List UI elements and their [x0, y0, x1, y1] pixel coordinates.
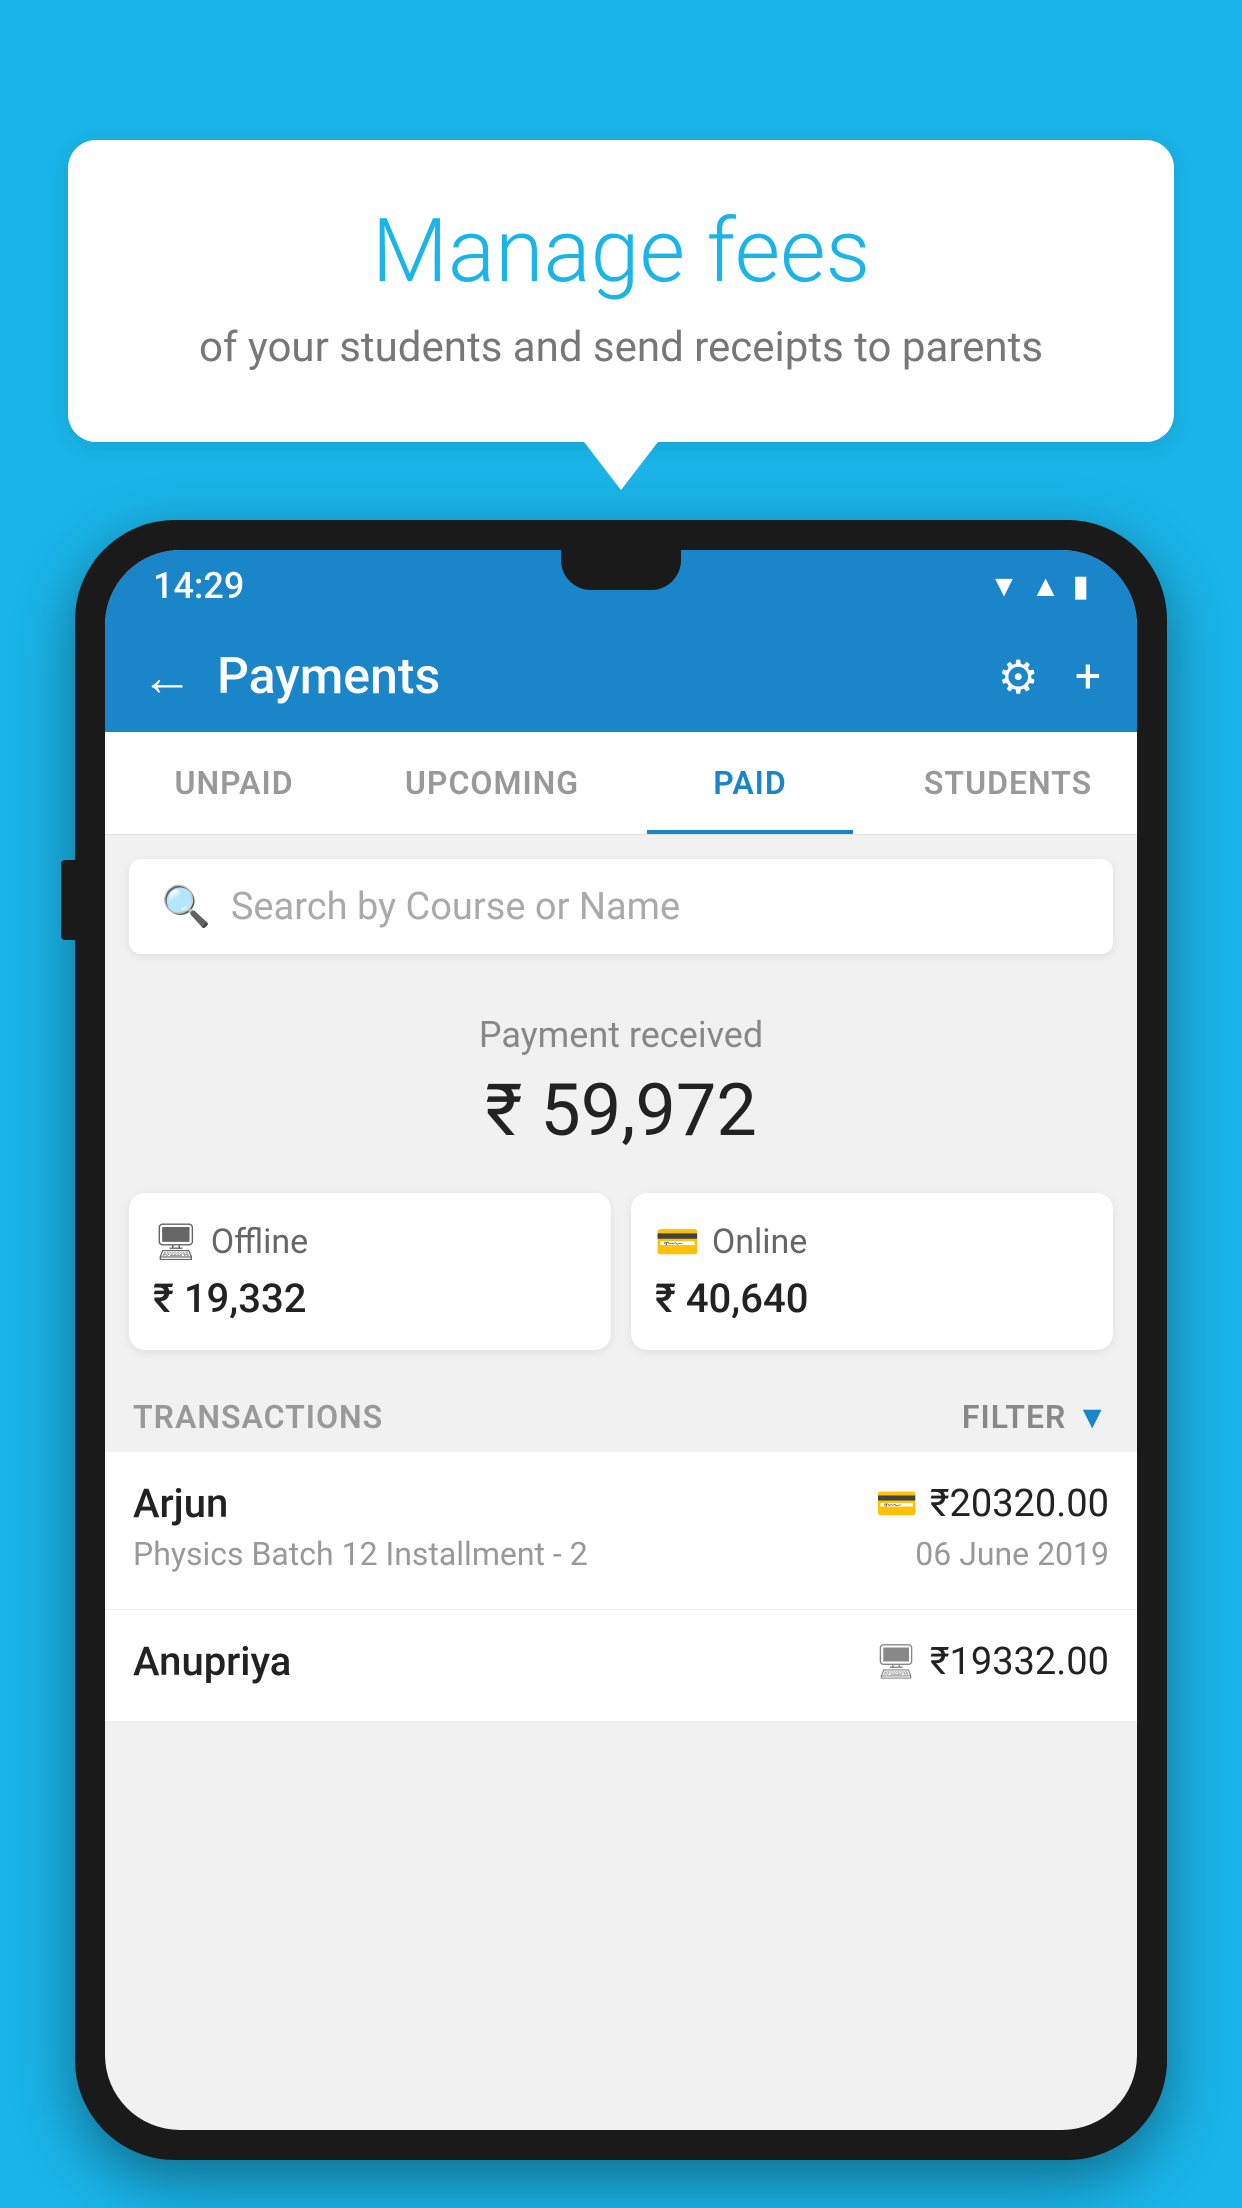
- payment-received-section: Payment received ₹ 59,972: [105, 978, 1137, 1177]
- offline-label: Offline: [211, 1222, 308, 1262]
- search-bar[interactable]: 🔍 Search by Course or Name: [129, 859, 1113, 954]
- tab-students[interactable]: STUDENTS: [879, 732, 1137, 834]
- transaction-row-1: Arjun 💳 ₹20320.00: [133, 1480, 1109, 1527]
- settings-icon[interactable]: ⚙: [998, 650, 1039, 705]
- payment-label: Payment received: [105, 1014, 1137, 1056]
- transaction-date-1: 06 June 2019: [915, 1535, 1109, 1573]
- wifi-icon: ▼: [989, 569, 1019, 604]
- filter-label: FILTER: [962, 1398, 1066, 1436]
- transactions-label: TRANSACTIONS: [133, 1398, 383, 1436]
- speech-bubble: Manage fees of your students and send re…: [68, 140, 1174, 442]
- online-label: Online: [712, 1222, 808, 1262]
- transactions-header: TRANSACTIONS FILTER ▼: [105, 1382, 1137, 1452]
- transaction-amount-1: ₹20320.00: [930, 1482, 1109, 1526]
- transaction-detail-1: Physics Batch 12 Installment - 2: [133, 1535, 588, 1573]
- transaction-item[interactable]: Arjun 💳 ₹20320.00 Physics Batch 12 Insta…: [105, 1452, 1137, 1610]
- tab-unpaid[interactable]: UNPAID: [105, 732, 363, 834]
- app-bar-actions: ⚙ +: [998, 650, 1101, 705]
- offline-card: 🖥 Offline ₹ 19,332: [129, 1193, 611, 1350]
- filter-button[interactable]: FILTER ▼: [962, 1398, 1109, 1436]
- transaction-amount-row-1: 💳 ₹20320.00: [875, 1482, 1109, 1526]
- status-time: 14:29: [153, 565, 244, 607]
- phone-notch: [561, 550, 681, 590]
- speech-bubble-container: Manage fees of your students and send re…: [68, 140, 1174, 442]
- transaction-payment-icon-1: 💳: [875, 1484, 917, 1524]
- offline-card-header: 🖥 Offline: [153, 1221, 587, 1263]
- signal-icon: ▲: [1031, 569, 1061, 604]
- status-icons: ▼ ▲ ▮: [989, 569, 1089, 604]
- battery-icon: ▮: [1072, 569, 1089, 604]
- online-amount: ₹ 40,640: [655, 1275, 1089, 1322]
- phone-frame: 14:29 ▼ ▲ ▮ ← Payments ⚙ + UNPAID: [75, 520, 1167, 2160]
- transaction-name-2: Anupriya: [133, 1638, 291, 1685]
- online-icon: 💳: [655, 1221, 700, 1263]
- main-content: 🔍 Search by Course or Name Payment recei…: [105, 859, 1137, 1722]
- app-bar: ← Payments ⚙ +: [105, 622, 1137, 732]
- speech-bubble-subtitle: of your students and send receipts to pa…: [148, 323, 1094, 372]
- transaction-row-2: Anupriya 🖥 ₹19332.00: [133, 1638, 1109, 1685]
- online-card-header: 💳 Online: [655, 1221, 1089, 1263]
- search-icon: 🔍: [161, 883, 211, 930]
- payment-cards: 🖥 Offline ₹ 19,332 💳 Online ₹ 40,640: [129, 1193, 1113, 1350]
- offline-amount: ₹ 19,332: [153, 1275, 587, 1322]
- page-title: Payments: [217, 648, 998, 706]
- payment-total-amount: ₹ 59,972: [105, 1068, 1137, 1153]
- offline-icon: 🖥: [153, 1221, 199, 1263]
- filter-icon: ▼: [1076, 1398, 1109, 1436]
- transaction-item-2[interactable]: Anupriya 🖥 ₹19332.00: [105, 1610, 1137, 1722]
- transaction-amount-2: ₹19332.00: [930, 1640, 1109, 1684]
- phone-screen: 14:29 ▼ ▲ ▮ ← Payments ⚙ + UNPAID: [105, 550, 1137, 2130]
- phone-container: 14:29 ▼ ▲ ▮ ← Payments ⚙ + UNPAID: [75, 520, 1167, 2160]
- search-placeholder: Search by Course or Name: [231, 885, 680, 929]
- speech-bubble-title: Manage fees: [148, 200, 1094, 303]
- transaction-detail-row-1: Physics Batch 12 Installment - 2 06 June…: [133, 1535, 1109, 1573]
- back-button[interactable]: ←: [141, 647, 193, 708]
- add-icon[interactable]: +: [1075, 650, 1101, 704]
- transaction-payment-icon-2: 🖥: [875, 1642, 918, 1682]
- tabs: UNPAID UPCOMING PAID STUDENTS: [105, 732, 1137, 835]
- tab-paid[interactable]: PAID: [621, 732, 879, 834]
- transaction-amount-row-2: 🖥 ₹19332.00: [875, 1640, 1109, 1684]
- tab-upcoming[interactable]: UPCOMING: [363, 732, 621, 834]
- online-card: 💳 Online ₹ 40,640: [631, 1193, 1113, 1350]
- transaction-name-1: Arjun: [133, 1480, 228, 1527]
